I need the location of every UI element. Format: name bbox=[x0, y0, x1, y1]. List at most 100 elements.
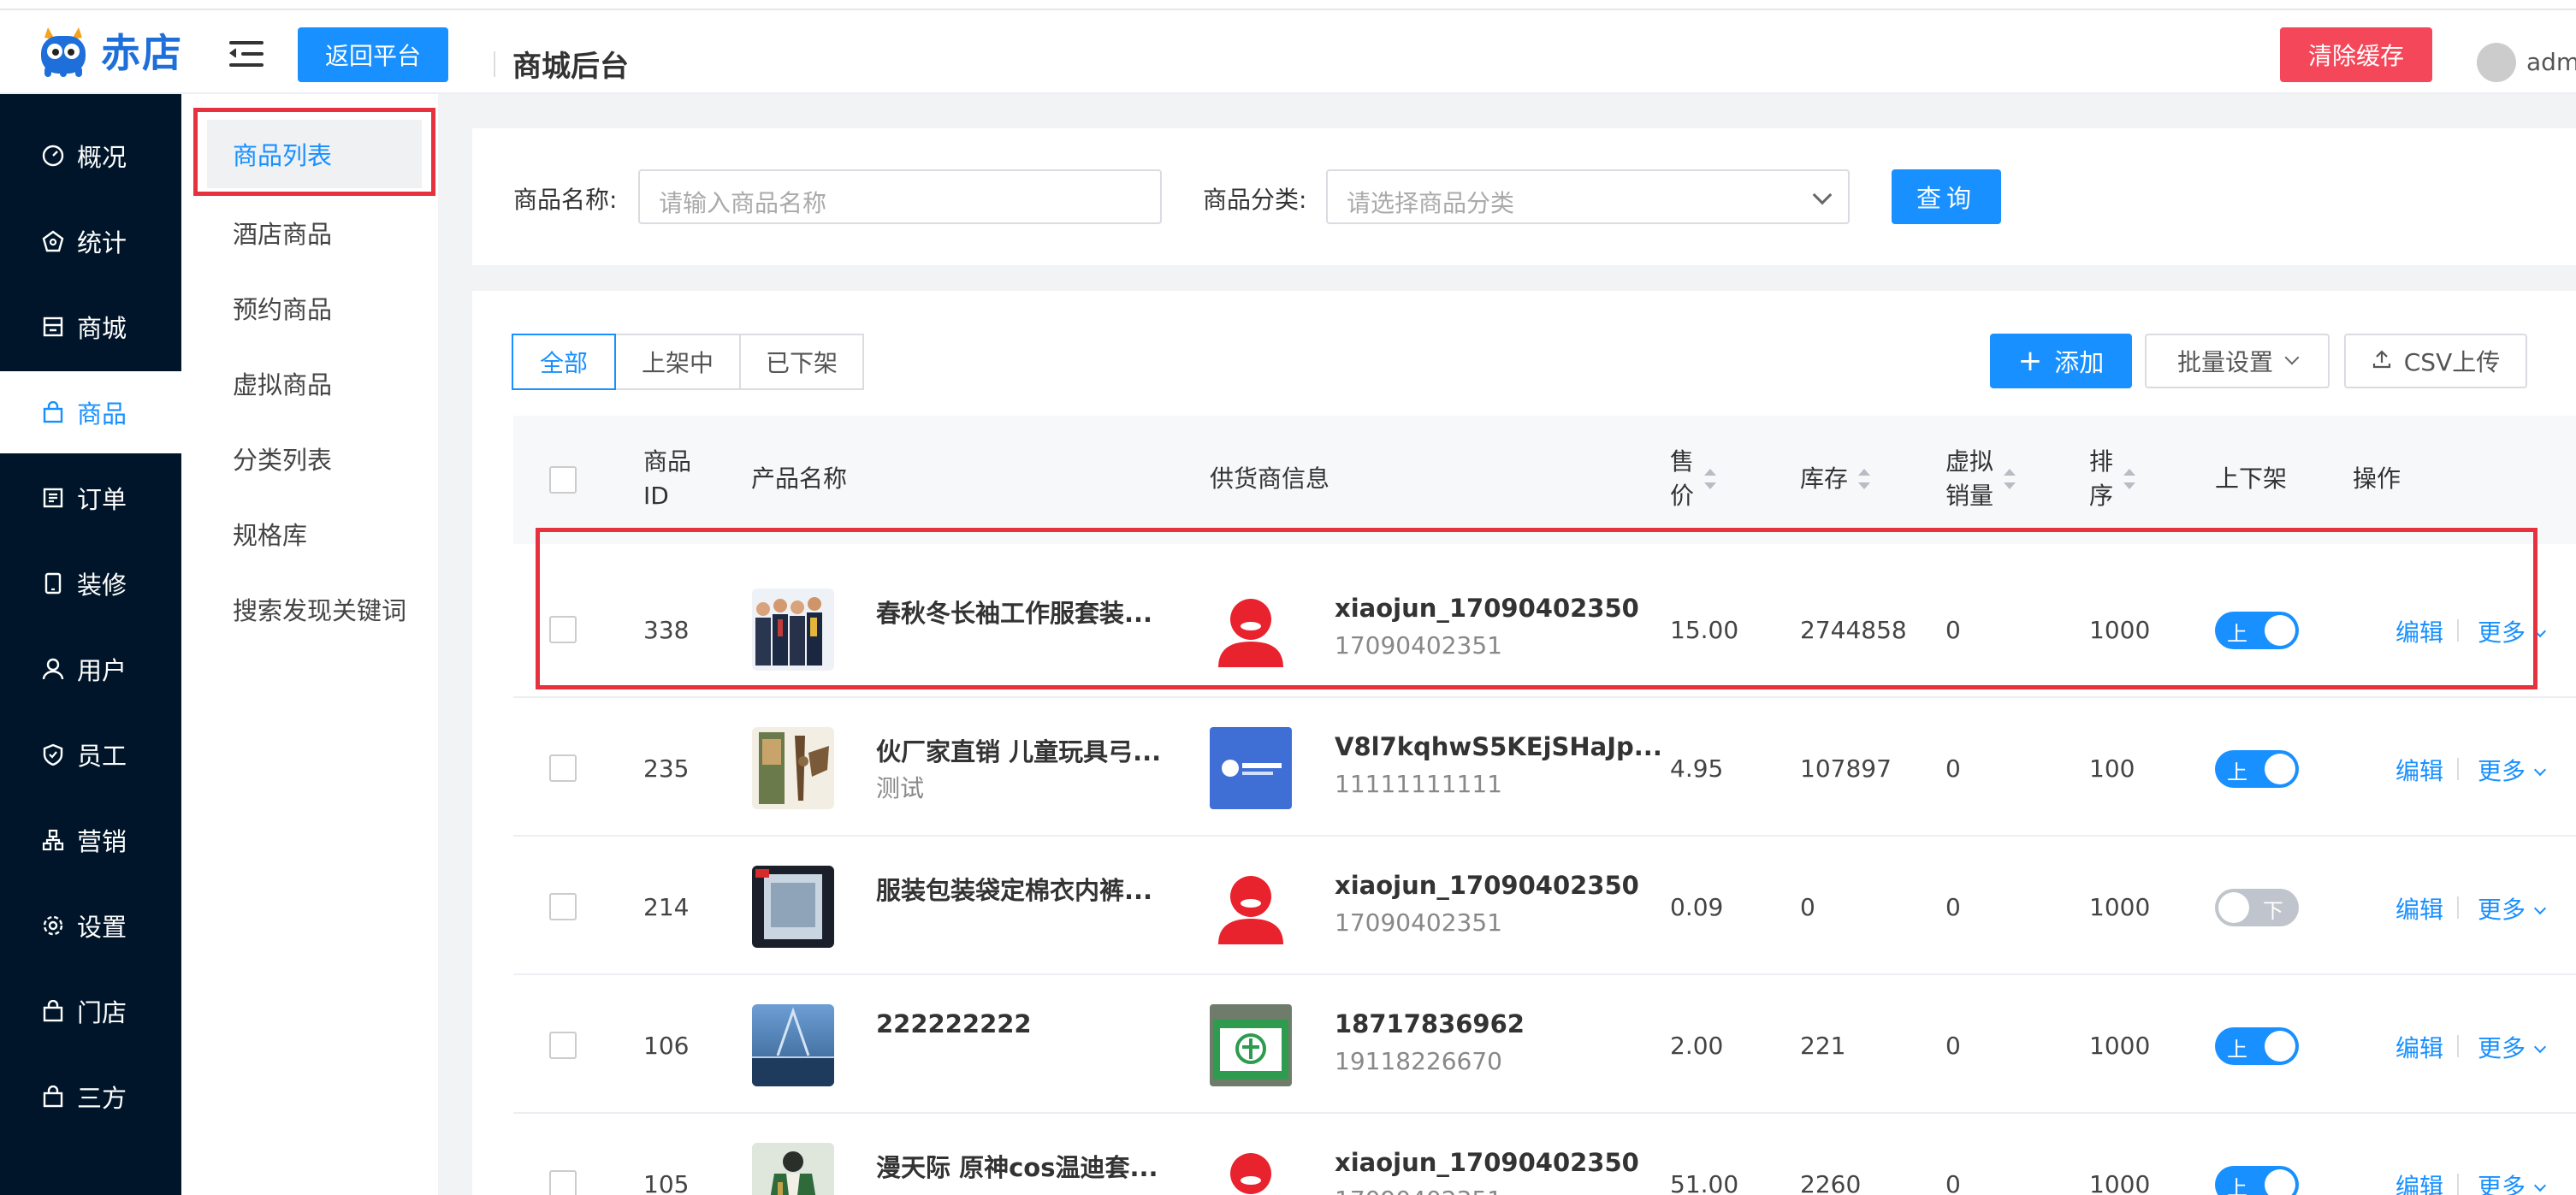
action-divider bbox=[2457, 1174, 2459, 1195]
table-row: 214 服装包装袋定棉衣内裤... xiaojun_17090402350 17… bbox=[513, 837, 2576, 975]
product-thumbnail[interactable] bbox=[752, 727, 834, 809]
chevron-down-icon bbox=[2284, 350, 2300, 365]
tab-on-sale[interactable]: 上架中 bbox=[614, 334, 741, 390]
stock: 2260 bbox=[1800, 1170, 1862, 1195]
sort-icon[interactable] bbox=[1704, 467, 1717, 491]
row-checkbox[interactable] bbox=[549, 893, 577, 920]
more-dropdown[interactable]: 更多 bbox=[2478, 753, 2547, 787]
supplier-name: 18717836962 bbox=[1335, 1009, 1525, 1038]
product-name[interactable]: 漫天际 原神cos温迪套... bbox=[876, 1148, 1158, 1184]
edit-link[interactable]: 编辑 bbox=[2395, 1030, 2443, 1064]
mascot-logo-icon bbox=[36, 22, 91, 79]
csv-upload-button[interactable]: CSV上传 bbox=[2344, 334, 2527, 388]
col-price-header[interactable]: 售价 bbox=[1670, 445, 1717, 513]
csv-label: CSV上传 bbox=[2403, 348, 2501, 376]
goods-id: 214 bbox=[643, 893, 690, 921]
col-stock-header[interactable]: 库存 bbox=[1800, 462, 1871, 496]
sort-order: 1000 bbox=[2089, 1032, 2151, 1060]
sub-sidebar: 商品列表 酒店商品 预约商品 虚拟商品 分类列表 规格库 搜索发现关键词 bbox=[181, 94, 438, 1195]
select-all-checkbox[interactable] bbox=[549, 466, 577, 494]
col-supplier-header: 供货商信息 bbox=[1210, 464, 1330, 493]
shelf-toggle[interactable]: 上 bbox=[2215, 1166, 2299, 1195]
goods-id: 106 bbox=[643, 1032, 690, 1060]
category-select[interactable]: 请选择商品分类 bbox=[1326, 169, 1850, 224]
nav-item-orders[interactable]: 订单 bbox=[0, 457, 181, 539]
brand-name: 赤店 bbox=[101, 30, 183, 76]
subnav-item-spec-library[interactable]: 规格库 bbox=[207, 500, 422, 568]
menu-collapse-icon[interactable] bbox=[229, 39, 264, 68]
more-dropdown[interactable]: 更多 bbox=[2478, 891, 2547, 926]
nav-item-third-party[interactable]: 三方 bbox=[0, 1056, 181, 1138]
sort-icon[interactable] bbox=[2004, 467, 2016, 491]
more-dropdown[interactable]: 更多 bbox=[2478, 1168, 2547, 1195]
tab-all[interactable]: 全部 bbox=[512, 334, 616, 390]
supplier-phone: 17090402351 bbox=[1335, 908, 1502, 937]
sort-order: 100 bbox=[2089, 754, 2135, 783]
product-thumbnail[interactable] bbox=[752, 1004, 834, 1086]
shelf-toggle[interactable]: 上 bbox=[2215, 1027, 2299, 1065]
edit-link[interactable]: 编辑 bbox=[2395, 753, 2443, 787]
query-button[interactable]: 查询 bbox=[1892, 169, 2001, 224]
sort-icon[interactable] bbox=[2123, 467, 2136, 491]
batch-settings-button[interactable]: 批量设置 bbox=[2145, 334, 2330, 388]
product-name[interactable]: 222222222 bbox=[876, 1009, 1032, 1038]
supplier-avatar bbox=[1210, 866, 1292, 948]
product-name[interactable]: 服装包装袋定棉衣内裤... bbox=[876, 871, 1152, 907]
supplier-phone: 11111111111 bbox=[1335, 770, 1502, 798]
price: 4.95 bbox=[1670, 754, 1724, 783]
nav-item-staff[interactable]: 员工 bbox=[0, 713, 181, 796]
edit-link[interactable]: 编辑 bbox=[2395, 891, 2443, 926]
product-thumbnail[interactable] bbox=[752, 866, 834, 948]
back-to-platform-button[interactable]: 返回平台 bbox=[298, 27, 448, 82]
edit-link[interactable]: 编辑 bbox=[2395, 1168, 2443, 1195]
nav-item-users[interactable]: 用户 bbox=[0, 628, 181, 710]
tab-off-sale[interactable]: 已下架 bbox=[739, 334, 864, 390]
name-search-input[interactable]: 请输入商品名称 bbox=[638, 169, 1162, 224]
shelf-toggle[interactable]: 上 bbox=[2215, 750, 2299, 788]
nav-item-mall[interactable]: 商城 bbox=[0, 286, 181, 368]
table-row: 235 伙厂家直销 儿童玩具弓... 测试 V8l7kqhwS5KEjSHaJp… bbox=[513, 698, 2576, 837]
product-thumbnail[interactable] bbox=[752, 1143, 834, 1195]
row-checkbox[interactable] bbox=[549, 1170, 577, 1195]
nav-item-decoration[interactable]: 装修 bbox=[0, 542, 181, 624]
chevron-down-icon bbox=[2533, 1179, 2547, 1192]
nav-label: 员工 bbox=[77, 742, 127, 771]
nav-item-goods[interactable]: 商品 bbox=[0, 371, 181, 453]
sort-order: 1000 bbox=[2089, 893, 2151, 921]
price: 2.00 bbox=[1670, 1032, 1724, 1060]
avatar[interactable] bbox=[2477, 43, 2516, 82]
product-name[interactable]: 伙厂家直销 儿童玩具弓... bbox=[876, 732, 1161, 768]
supplier-phone: 19118226670 bbox=[1335, 1047, 1502, 1075]
nav-label: 商品 bbox=[77, 399, 127, 429]
nav-item-settings[interactable]: 设置 bbox=[0, 884, 181, 967]
user-name[interactable]: adm bbox=[2526, 48, 2576, 76]
subnav-item-booking-goods[interactable]: 预约商品 bbox=[207, 274, 422, 342]
brand-logo[interactable]: 赤店 bbox=[36, 22, 183, 79]
subnav-item-search-keywords[interactable]: 搜索发现关键词 bbox=[207, 575, 422, 643]
supplier-name: xiaojun_17090402350 bbox=[1335, 1148, 1639, 1177]
add-goods-button[interactable]: + 添加 bbox=[1990, 334, 2132, 388]
store-icon bbox=[41, 315, 65, 339]
more-dropdown[interactable]: 更多 bbox=[2478, 1030, 2547, 1064]
stock: 0 bbox=[1800, 893, 1815, 921]
action-divider bbox=[2457, 896, 2459, 919]
col-sort-header[interactable]: 排序 bbox=[2089, 445, 2136, 513]
subnav-item-category-list[interactable]: 分类列表 bbox=[207, 424, 422, 493]
nav-item-statistics[interactable]: 统计 bbox=[0, 200, 181, 282]
subnav-item-hotel-goods[interactable]: 酒店商品 bbox=[207, 198, 422, 267]
nav-item-stores[interactable]: 门店 bbox=[0, 970, 181, 1052]
sort-icon[interactable] bbox=[1858, 467, 1871, 491]
gear-icon bbox=[41, 914, 65, 938]
row-checkbox[interactable] bbox=[549, 1032, 577, 1059]
page-title: 商城后台 bbox=[512, 50, 629, 84]
dashboard-icon bbox=[41, 144, 65, 168]
nav-item-marketing[interactable]: 营销 bbox=[0, 799, 181, 881]
nav-label: 订单 bbox=[77, 485, 127, 514]
row-checkbox[interactable] bbox=[549, 754, 577, 782]
col-virtual-sales-header[interactable]: 虚拟 销量 bbox=[1945, 445, 2016, 513]
clear-cache-button[interactable]: 清除缓存 bbox=[2280, 27, 2432, 82]
subnav-item-virtual-goods[interactable]: 虚拟商品 bbox=[207, 349, 422, 417]
supplier-avatar bbox=[1210, 727, 1292, 809]
shelf-toggle[interactable]: 下 bbox=[2215, 889, 2299, 926]
nav-item-overview[interactable]: 概况 bbox=[0, 115, 181, 197]
